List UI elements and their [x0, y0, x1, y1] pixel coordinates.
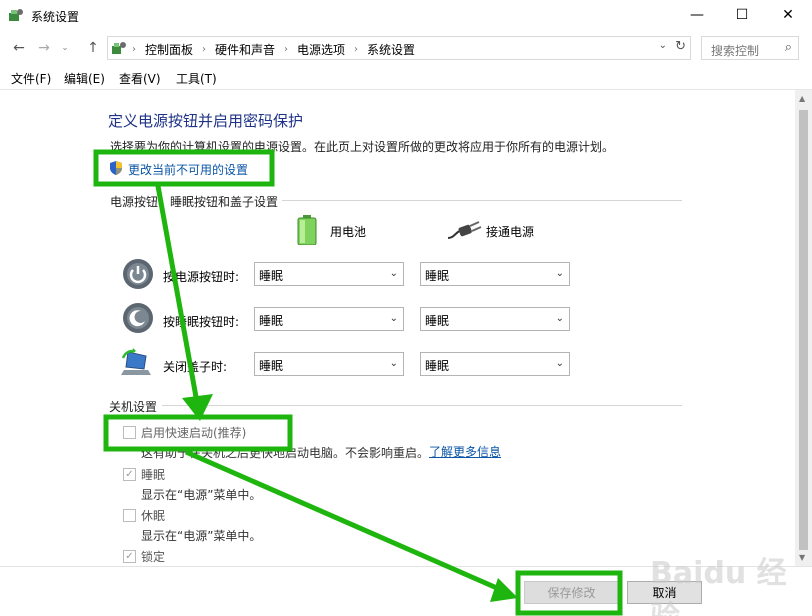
- sleep-option-description: 显示在“电源”菜单中。: [141, 488, 262, 502]
- hibernate-option-label: 休眠: [141, 509, 166, 523]
- power-button-label: 按电源按钮时:: [163, 270, 240, 284]
- power-plug-icon: [447, 221, 482, 239]
- chevron-down-icon: ⌄: [389, 358, 398, 369]
- breadcrumb-separator: ›: [202, 44, 207, 55]
- battery-icon: [297, 215, 317, 245]
- minimize-button[interactable]: —: [674, 0, 720, 30]
- page-description: 选择要为你的计算机设置的电源设置。在此页上对设置所做的更改将应用于你所有的电源计…: [110, 140, 615, 154]
- menu-edit[interactable]: 编辑(E): [64, 70, 105, 87]
- shutdown-group-title: 关机设置: [109, 400, 158, 414]
- select-value: 睡眠: [259, 359, 284, 373]
- back-arrow-icon[interactable]: ←: [9, 38, 29, 58]
- sleep-option-label: 睡眠: [141, 468, 166, 482]
- vertical-scrollbar[interactable]: ▲ ▼: [795, 90, 812, 566]
- chevron-down-icon: ⌄: [389, 268, 398, 279]
- breadcrumb-separator: ›: [132, 44, 136, 55]
- scrollbar-thumb[interactable]: [799, 110, 808, 550]
- group-divider: [282, 200, 682, 201]
- forward-arrow-icon[interactable]: →: [34, 38, 54, 58]
- select-value: 睡眠: [425, 314, 450, 328]
- power-settings-group-title: 电源按钮、睡眠按钮和盖子设置: [110, 195, 279, 209]
- hibernate-option-description: 显示在“电源”菜单中。: [141, 529, 262, 543]
- breadcrumb-separator: ›: [354, 44, 359, 55]
- maximize-button[interactable]: ☐: [719, 0, 765, 30]
- breadcrumb-separator: ›: [284, 44, 289, 55]
- breadcrumb-power-options[interactable]: 电源选项: [297, 41, 345, 58]
- plugged-column-header: 接通电源: [486, 225, 535, 239]
- learn-more-link[interactable]: 了解更多信息: [429, 443, 501, 460]
- lock-option-label: 锁定: [141, 550, 166, 564]
- search-icon[interactable]: ⌕: [785, 40, 792, 55]
- sleep-button-plugged-select[interactable]: 睡眠 ⌄: [420, 307, 570, 331]
- chevron-down-icon: ⌄: [389, 313, 398, 324]
- battery-column-header: 用电池: [330, 225, 367, 239]
- menu-view[interactable]: 查看(V): [119, 70, 161, 87]
- annotation-arrowhead: [182, 394, 213, 421]
- chevron-down-icon: ⌄: [555, 313, 564, 324]
- group-divider: [162, 405, 682, 406]
- sleep-button-label: 按睡眠按钮时:: [163, 315, 240, 329]
- baidu-watermark: Baidu 经验: [650, 556, 787, 616]
- chevron-down-icon: ⌄: [555, 358, 564, 369]
- refresh-icon[interactable]: ↻: [675, 39, 686, 54]
- sleep-checkbox[interactable]: ✓: [123, 468, 136, 481]
- search-placeholder: 搜索控制: [711, 44, 760, 58]
- select-value: 睡眠: [425, 359, 450, 373]
- change-unavailable-settings-link[interactable]: 更改当前不可用的设置: [128, 161, 248, 178]
- power-button-plugged-select[interactable]: 睡眠 ⌄: [420, 262, 570, 286]
- select-value: 睡眠: [425, 269, 450, 283]
- lid-close-label: 关闭盖子时:: [163, 360, 228, 374]
- annotation-arrowhead: [490, 578, 518, 602]
- control-panel-icon: [112, 42, 126, 54]
- window-title: 系统设置: [31, 10, 80, 24]
- up-arrow-icon[interactable]: ↑: [83, 38, 103, 58]
- breadcrumb-hardware-sound[interactable]: 硬件和声音: [215, 41, 275, 58]
- title-bar: 系统设置 — ☐ ✕: [0, 0, 812, 32]
- chevron-down-icon: ⌄: [555, 268, 564, 279]
- power-button-battery-select[interactable]: 睡眠 ⌄: [254, 262, 404, 286]
- sleep-button-battery-select[interactable]: 睡眠 ⌄: [254, 307, 404, 331]
- breadcrumb-system-settings[interactable]: 系统设置: [367, 41, 415, 58]
- menu-bar: 文件(F) 编辑(E) 查看(V) 工具(T): [0, 64, 812, 90]
- sleep-button-icon: [123, 303, 153, 333]
- power-button-icon: [123, 259, 153, 289]
- lock-checkbox[interactable]: ✓: [123, 550, 136, 563]
- laptop-lid-icon: [121, 348, 151, 375]
- annotation-arrow-line: [184, 449, 508, 595]
- navigation-bar: ← → ⌄ ↑ › 控制面板 › 硬件和声音 › 电源选项 › 系统设置 ⌄ ↻…: [0, 34, 812, 62]
- uac-shield-icon: [110, 161, 122, 175]
- lid-close-plugged-select[interactable]: 睡眠 ⌄: [420, 352, 570, 376]
- lid-close-battery-select[interactable]: 睡眠 ⌄: [254, 352, 404, 376]
- power-options-icon: [9, 9, 23, 21]
- menu-file[interactable]: 文件(F): [11, 70, 51, 87]
- page-title: 定义电源按钮并启用密码保护: [108, 112, 304, 130]
- search-input[interactable]: 搜索控制 ⌕: [701, 36, 799, 60]
- recent-locations-icon[interactable]: ⌄: [58, 38, 72, 58]
- close-button[interactable]: ✕: [765, 0, 811, 30]
- menu-tools[interactable]: 工具(T): [176, 70, 217, 87]
- scroll-up-icon[interactable]: ▲: [799, 94, 805, 103]
- breadcrumb: › 控制面板 › 硬件和声音 › 电源选项 › 系统设置: [132, 41, 415, 58]
- address-bar[interactable]: › 控制面板 › 硬件和声音 › 电源选项 › 系统设置 ⌄ ↻: [107, 36, 691, 60]
- fast-startup-label: 启用快速启动(推荐): [141, 426, 247, 440]
- fast-startup-checkbox[interactable]: [123, 426, 136, 439]
- select-value: 睡眠: [259, 269, 284, 283]
- breadcrumb-control-panel[interactable]: 控制面板: [145, 41, 193, 58]
- save-changes-button[interactable]: 保存修改: [524, 581, 619, 604]
- fast-startup-description: 这有助于在关机之后更快地启动电脑。不会影响重启。: [141, 446, 430, 460]
- hibernate-checkbox[interactable]: [123, 509, 136, 522]
- address-dropdown-icon[interactable]: ⌄: [659, 40, 667, 51]
- select-value: 睡眠: [259, 314, 284, 328]
